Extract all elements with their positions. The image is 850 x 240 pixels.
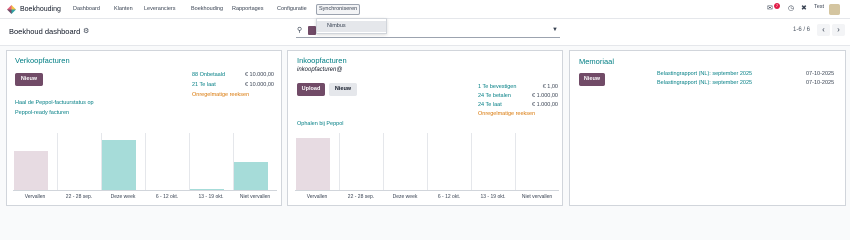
x-label: 22 - 28 sep. bbox=[347, 194, 375, 200]
purchase-journal-card: Inkoopfacturen inkoopfacturen@ Upload Ni… bbox=[287, 50, 563, 206]
chart-gridline bbox=[471, 133, 472, 190]
chart-gridline bbox=[189, 133, 190, 190]
x-label: 6 - 12 okt. bbox=[155, 194, 179, 200]
avatar[interactable] bbox=[829, 4, 840, 15]
x-label: Vervallen bbox=[306, 194, 328, 200]
menu-boekhouding[interactable]: Boekhouding bbox=[189, 4, 225, 15]
irregular-sequence-warning[interactable]: Onregelmatige reeksen bbox=[192, 92, 249, 98]
x-label: 22 - 28 sep. bbox=[65, 194, 93, 200]
dropdown-item-nimbus[interactable]: Nimbus bbox=[317, 21, 386, 32]
pager-value[interactable]: 1-6 / 6 bbox=[793, 27, 810, 33]
stat-to-pay-link[interactable]: 24 Te betalen bbox=[478, 93, 511, 99]
new-invoice-button[interactable]: Nieuw bbox=[15, 73, 43, 86]
new-bill-button[interactable]: Nieuw bbox=[329, 83, 357, 96]
pager-previous-button[interactable]: ‹ bbox=[817, 24, 830, 36]
messages-icon[interactable]: ✉ bbox=[767, 4, 773, 12]
clock-icon[interactable]: ◷ bbox=[788, 4, 794, 12]
stat-to-confirm-link[interactable]: 1 Te bevestigen bbox=[478, 84, 516, 90]
sales-aging-chart[interactable] bbox=[13, 133, 277, 191]
journal-email: inkoopfacturen@ bbox=[297, 67, 343, 73]
filter-facet[interactable] bbox=[308, 26, 316, 35]
x-label: Niet vervallen bbox=[239, 194, 271, 200]
chart-gridline bbox=[383, 133, 384, 190]
chart-bar[interactable] bbox=[102, 140, 136, 190]
control-panel: Boekhoud dashboard ⚙ ⚲ ▼ 1-6 / 6 ‹ › bbox=[0, 19, 850, 46]
chart-bar[interactable] bbox=[234, 162, 268, 190]
x-label: Deze week bbox=[110, 194, 136, 200]
stat-unpaid-link[interactable]: 88 Onbetaald bbox=[192, 72, 225, 78]
card-title[interactable]: Inkoopfacturen bbox=[297, 56, 347, 65]
sales-journal-card: Verkoopfacturen Nieuw 88 Onbetaald € 10.… bbox=[6, 50, 282, 206]
tools-icon[interactable]: ✖ bbox=[801, 4, 807, 12]
chevron-down-icon[interactable]: ▼ bbox=[552, 27, 558, 33]
peppol-status-link[interactable]: Haal de Peppol-factuurstatus op bbox=[15, 100, 94, 106]
sync-dropdown: Nimbus bbox=[316, 18, 387, 34]
app-name[interactable]: Boekhouding bbox=[20, 6, 61, 13]
tax-report-link[interactable]: Belastingrapport (NL): september 2025 bbox=[657, 80, 752, 86]
chart-bar[interactable] bbox=[190, 188, 224, 190]
menu-rapportages[interactable]: Rapportages bbox=[230, 4, 266, 15]
x-label: Niet vervallen bbox=[521, 194, 553, 200]
stat-late-link[interactable]: 24 Te laat bbox=[478, 102, 502, 108]
top-navbar: Boekhouding Dashboard Klanten Leverancie… bbox=[0, 0, 850, 19]
menu-dashboard[interactable]: Dashboard bbox=[71, 4, 102, 15]
chart-gridline bbox=[145, 133, 146, 190]
chart-bar[interactable] bbox=[296, 137, 330, 190]
search-icon[interactable]: ⚲ bbox=[297, 26, 302, 34]
notification-badge: 7 bbox=[774, 3, 780, 9]
stat-unpaid-amount: € 10.000,00 bbox=[244, 72, 274, 78]
stat-late-link[interactable]: 21 Te laat bbox=[192, 82, 216, 88]
user-name[interactable]: Test bbox=[814, 4, 824, 10]
menu-configuratie[interactable]: Configuratie bbox=[275, 4, 309, 15]
stat-to-confirm-amount: € 1,00 bbox=[542, 84, 558, 90]
stat-to-pay-amount: € 1.000,00 bbox=[532, 93, 558, 99]
chart-gridline bbox=[515, 133, 516, 190]
menu-leveranciers[interactable]: Leveranciers bbox=[142, 4, 178, 15]
misc-journal-card: Memoriaal Nieuw Belastingrapport (NL): s… bbox=[569, 50, 846, 206]
apps-icon[interactable] bbox=[7, 5, 16, 14]
new-entry-button[interactable]: Nieuw bbox=[579, 73, 605, 86]
gear-icon[interactable]: ⚙ bbox=[83, 27, 89, 35]
chart-bar[interactable] bbox=[14, 150, 48, 190]
x-label: 13 - 19 okt. bbox=[480, 194, 506, 200]
upload-button[interactable]: Upload bbox=[297, 83, 325, 96]
chart-gridline bbox=[427, 133, 428, 190]
stat-late-amount: € 1.000,00 bbox=[532, 102, 558, 108]
pager-next-button[interactable]: › bbox=[832, 24, 845, 36]
page-title: Boekhoud dashboard bbox=[9, 27, 81, 36]
chart-gridline bbox=[57, 133, 58, 190]
x-label: 13 - 19 okt. bbox=[198, 194, 224, 200]
peppol-ready-link[interactable]: Peppol-ready facturen bbox=[15, 110, 69, 116]
chart-gridline bbox=[339, 133, 340, 190]
menu-klanten[interactable]: Klanten bbox=[112, 4, 135, 15]
fetch-peppol-link[interactable]: Ophalen bij Peppol bbox=[297, 121, 343, 127]
x-label: Deze week bbox=[392, 194, 418, 200]
menu-synchroniseren[interactable]: Synchroniseren bbox=[316, 4, 361, 15]
tax-report-link[interactable]: Belastingrapport (NL): september 2025 bbox=[657, 71, 752, 77]
card-title[interactable]: Memoriaal bbox=[579, 57, 614, 66]
card-title[interactable]: Verkoopfacturen bbox=[15, 56, 70, 65]
x-label: Vervallen bbox=[24, 194, 46, 200]
tax-report-date: 07-10-2025 bbox=[806, 80, 835, 86]
x-label: 6 - 12 okt. bbox=[437, 194, 461, 200]
tax-report-date: 07-10-2025 bbox=[806, 71, 835, 77]
purchase-aging-chart[interactable] bbox=[295, 133, 559, 191]
stat-late-amount: € 10.000,00 bbox=[244, 82, 274, 88]
irregular-sequence-warning[interactable]: Onregelmatige reeksen bbox=[478, 111, 535, 117]
